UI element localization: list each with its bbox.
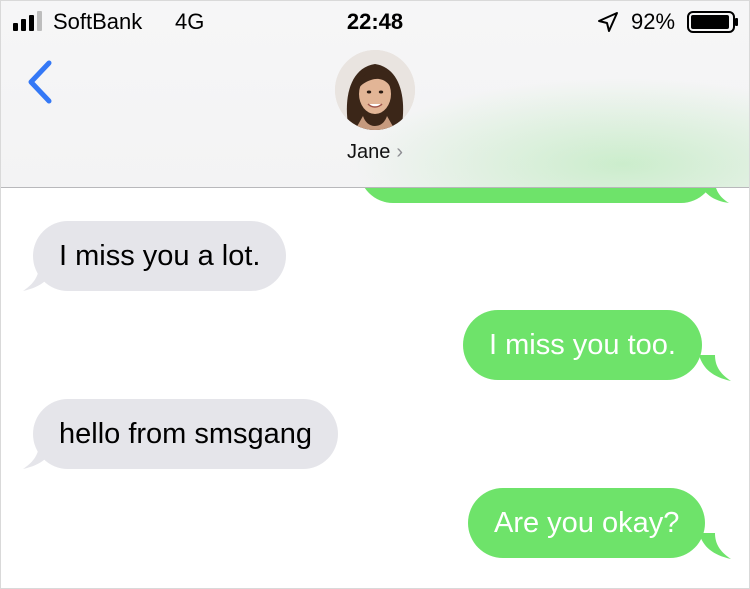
message-text: Are you okay? <box>494 507 680 539</box>
bubble-tail <box>23 265 55 291</box>
status-bar: SoftBank 4G 22:48 92% <box>1 1 749 41</box>
battery-percentage: 92% <box>631 9 676 34</box>
outgoing-message-bubble[interactable]: Are you okay? <box>468 488 706 558</box>
bubble-tail <box>699 533 731 559</box>
incoming-message-bubble[interactable]: hello from smsgang <box>33 399 339 469</box>
incoming-message-bubble[interactable]: I miss you a lot. <box>33 221 287 291</box>
messages-screen: I miss you a lot. I miss you too. hello … <box>0 0 750 589</box>
outgoing-message-bubble[interactable]: I miss you too. <box>463 310 702 380</box>
bubble-tail <box>699 355 731 381</box>
bubble-tail <box>23 443 55 469</box>
message-text: hello from smsgang <box>59 418 313 450</box>
chevron-right-icon: › <box>396 141 404 163</box>
contact-name: Jane <box>346 141 391 163</box>
battery-icon <box>687 11 738 33</box>
message-text: I miss you a lot. <box>59 240 261 272</box>
back-chevron-icon[interactable] <box>23 59 59 105</box>
contact-name-button[interactable]: Jane › <box>1 141 749 164</box>
contact-avatar[interactable] <box>335 50 415 130</box>
contact-photo <box>335 50 415 130</box>
message-text: I miss you too. <box>489 329 676 361</box>
conversation-header: SoftBank 4G 22:48 92% Jane › <box>1 1 749 188</box>
location-arrow-icon <box>598 12 618 32</box>
